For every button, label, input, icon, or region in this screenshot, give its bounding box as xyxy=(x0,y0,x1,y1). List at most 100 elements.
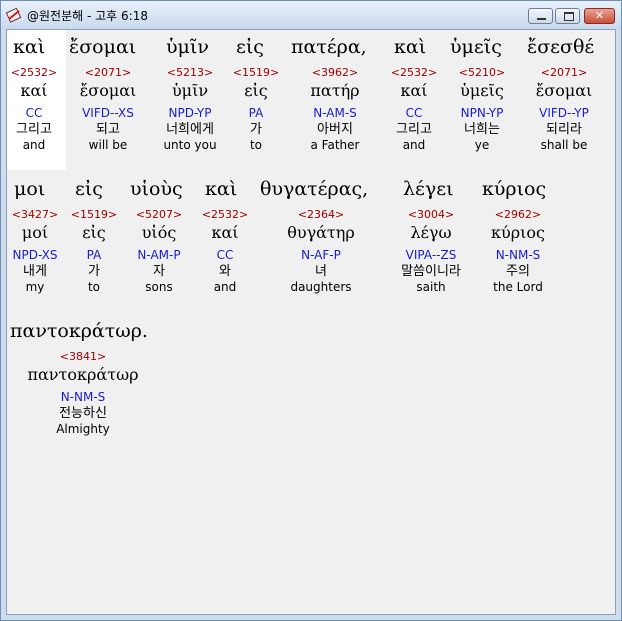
surface-word[interactable]: πατέρα, xyxy=(291,36,367,58)
lexical-form: ἔσομαι xyxy=(79,81,137,100)
strong-number: <5210> xyxy=(458,66,506,79)
english-gloss: the Lord xyxy=(493,280,543,294)
korean-gloss: 주의 xyxy=(506,264,530,279)
strong-number: <2532> xyxy=(10,66,58,79)
word-analysis[interactable]: <5207> υἱός N-AM-P 자 sons xyxy=(131,208,187,294)
word-analysis[interactable]: <3427> μοί NPD-XS 내게 my xyxy=(9,208,61,294)
english-gloss: sons xyxy=(145,280,173,294)
english-gloss: daughters xyxy=(290,280,352,294)
english-gloss: shall be xyxy=(540,138,588,152)
strong-number: <3004> xyxy=(407,208,455,221)
morphology-code: CC xyxy=(405,106,423,120)
surface-word[interactable]: παντοκράτωρ. xyxy=(10,320,148,342)
surface-word[interactable]: λέγει xyxy=(403,178,454,200)
morphology-code: CC xyxy=(25,106,43,120)
morphology-code: N-AF-P xyxy=(301,248,341,262)
morphology-code: PA xyxy=(86,248,102,262)
english-gloss: and xyxy=(402,138,426,152)
english-gloss: and xyxy=(213,280,237,294)
word-analysis[interactable]: <2532> καί CC 그리고 and xyxy=(389,66,439,152)
close-button[interactable]: ✕ xyxy=(584,8,615,24)
strong-number: <2071> xyxy=(84,66,132,79)
english-gloss: and xyxy=(22,138,46,152)
surface-word[interactable]: κύριος xyxy=(482,178,546,200)
surface-word[interactable]: καὶ xyxy=(205,178,237,200)
strong-number: <1519> xyxy=(70,208,118,221)
lexical-form: κύριος xyxy=(491,223,545,242)
strong-number: <2532> xyxy=(201,208,249,221)
korean-gloss: 그리고 xyxy=(396,122,432,137)
word-analysis[interactable]: <5213> ὑμῖν NPD-YP 너희에게 unto you xyxy=(154,66,226,152)
lexical-form: εἰς xyxy=(244,81,268,100)
lexical-form: εἰς xyxy=(82,223,106,242)
surface-word[interactable]: ἔσομαι xyxy=(69,36,136,58)
window-title: @원전분해 - 고후 6:18 xyxy=(27,9,148,23)
english-gloss: my xyxy=(25,280,45,294)
word-analysis[interactable]: <5210> ὑμεῖς NPN-YP 너희는 ye xyxy=(447,66,517,152)
surface-word[interactable]: ὑμεῖς xyxy=(450,36,502,58)
surface-word[interactable]: καὶ xyxy=(394,36,426,58)
lexical-form: λέγω xyxy=(410,223,452,242)
morphology-code: NPD-YP xyxy=(168,106,212,120)
word-analysis[interactable]: <3841> παντοκράτωρ N-NM-S 전능하신 Almighty xyxy=(15,350,151,436)
word-analysis[interactable]: <3004> λέγω VIPA--ZS 말씀이니라 saith xyxy=(387,208,475,294)
lexical-form: παντοκράτωρ xyxy=(27,365,139,384)
english-gloss: will be xyxy=(88,138,128,152)
surface-word[interactable]: μοι xyxy=(14,178,45,200)
morphology-code: N-AM-P xyxy=(137,248,181,262)
strong-number: <2962> xyxy=(494,208,542,221)
word-analysis[interactable]: <2071> ἔσομαι VIFD--YP 되리라 shall be xyxy=(525,66,603,152)
korean-gloss: 가 xyxy=(88,264,100,279)
surface-word[interactable]: υἱοὺς xyxy=(130,178,183,200)
morphology-code: CC xyxy=(216,248,234,262)
maximize-button[interactable] xyxy=(555,8,580,24)
word-analysis[interactable]: <2532> καί CC 그리고 and xyxy=(9,66,59,152)
word-analysis[interactable]: <3962> πατήρ N-AM-S 아버지 a Father xyxy=(295,66,375,152)
korean-gloss: 되리라 xyxy=(546,122,582,137)
surface-word[interactable]: ἔσεσθέ xyxy=(527,36,594,58)
korean-gloss: 내게 xyxy=(23,264,47,279)
lexical-form: υἱός xyxy=(141,223,177,242)
lexical-form: πατήρ xyxy=(310,81,360,100)
strong-number: <2532> xyxy=(390,66,438,79)
app-icon xyxy=(6,7,22,23)
morphology-code: PA xyxy=(248,106,264,120)
korean-gloss: 와 xyxy=(219,264,231,279)
lexical-form: καί xyxy=(20,81,48,100)
strong-number: <3427> xyxy=(11,208,59,221)
word-analysis[interactable]: <1519> εἰς PA 가 to xyxy=(70,208,118,294)
word-analysis[interactable]: <2532> καί CC 와 and xyxy=(199,208,251,294)
korean-gloss: 자 xyxy=(153,264,165,279)
korean-gloss: 너희에게 xyxy=(166,122,214,137)
morphology-code: VIFD--XS xyxy=(82,106,134,120)
title-bar[interactable]: @원전분해 - 고후 6:18 ✕ xyxy=(1,1,621,29)
korean-gloss: 되고 xyxy=(96,122,120,137)
lexical-form: ὑμεῖς xyxy=(460,81,504,100)
close-icon: ✕ xyxy=(594,9,605,22)
lexical-form: θυγάτηρ xyxy=(287,223,355,242)
surface-word[interactable]: θυγατέρας, xyxy=(260,178,368,200)
strong-number: <5213> xyxy=(166,66,214,79)
lexical-form: ἔσομαι xyxy=(535,81,593,100)
word-analysis[interactable]: <2071> ἔσομαι VIFD--XS 되고 will be xyxy=(69,66,147,152)
surface-word[interactable]: εἰς xyxy=(236,36,264,58)
korean-gloss: 그리고 xyxy=(16,122,52,137)
word-analysis[interactable]: <2364> θυγάτηρ N-AF-P 녀 daughters xyxy=(273,208,369,294)
english-gloss: to xyxy=(249,138,263,152)
word-analysis[interactable]: <2962> κύριος N-NM-S 주의 the Lord xyxy=(481,208,555,294)
english-gloss: unto you xyxy=(163,138,217,152)
minimize-icon xyxy=(537,18,546,20)
maximize-icon xyxy=(564,12,574,21)
word-analysis[interactable]: <1519> εἰς PA 가 to xyxy=(231,66,281,152)
english-gloss: a Father xyxy=(310,138,360,152)
surface-word[interactable]: καὶ xyxy=(13,36,45,58)
morphology-code: N-NM-S xyxy=(495,248,541,262)
english-gloss: to xyxy=(87,280,101,294)
lexical-form: ὑμῖν xyxy=(171,81,209,100)
surface-word[interactable]: εἰς xyxy=(75,178,103,200)
strong-number: <3841> xyxy=(59,350,107,363)
english-gloss: Almighty xyxy=(56,422,110,436)
minimize-button[interactable] xyxy=(528,8,553,24)
lexical-form: καί xyxy=(211,223,239,242)
surface-word[interactable]: ὑμῖν xyxy=(166,36,209,58)
